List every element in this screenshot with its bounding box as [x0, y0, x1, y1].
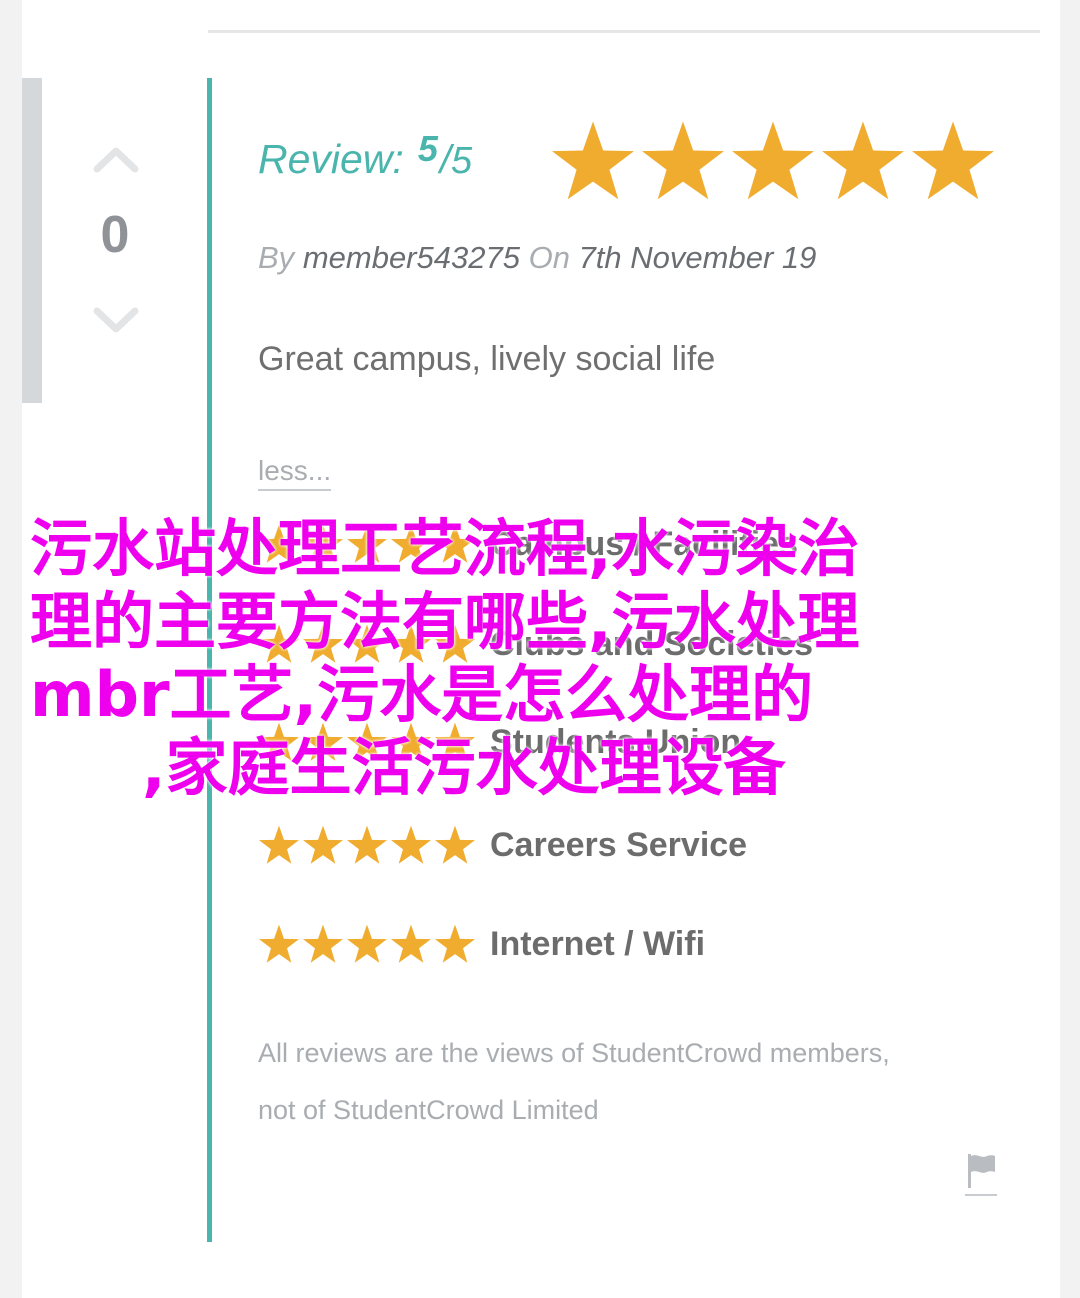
star-icon	[391, 924, 431, 963]
category-label: Internet / Wifi	[490, 924, 706, 963]
chevron-down-icon	[93, 307, 139, 333]
category-label: Campus / Facilities	[490, 524, 798, 563]
review-author[interactable]: member543275	[303, 240, 520, 275]
category-label: Clubs and Societies	[490, 624, 814, 663]
category-row: Clubs and Societies	[258, 622, 813, 666]
star-icon	[303, 825, 343, 864]
star-icon	[552, 121, 634, 200]
star-icon	[303, 624, 343, 663]
vote-bar	[22, 78, 42, 403]
star-icon	[391, 825, 431, 864]
star-icon	[391, 624, 431, 663]
divider	[208, 30, 1040, 33]
star-icon	[347, 524, 387, 563]
star-icon	[259, 924, 299, 963]
review-byline: By member543275 On 7th November 19	[258, 240, 816, 276]
category-stars	[258, 623, 476, 665]
overall-star-rating	[550, 118, 996, 204]
category-stars	[258, 824, 476, 866]
by-label: By	[258, 240, 295, 275]
category-stars	[258, 923, 476, 965]
star-icon	[822, 121, 904, 200]
category-stars	[258, 523, 476, 565]
report-flag-button[interactable]	[965, 1152, 997, 1196]
chevron-up-icon	[93, 147, 139, 173]
less-link[interactable]: less...	[258, 455, 332, 491]
star-icon	[259, 825, 299, 864]
review-date: 7th November 19	[578, 240, 817, 275]
review-max: 5	[450, 140, 473, 182]
star-icon	[391, 524, 431, 563]
star-icon	[912, 121, 994, 200]
category-stars	[258, 721, 476, 763]
star-icon	[347, 924, 387, 963]
review-slash: /	[439, 138, 451, 182]
downvote-button[interactable]	[90, 302, 142, 342]
category-row: Internet / Wifi	[258, 922, 705, 966]
star-icon	[347, 722, 387, 761]
review-accent-bar	[207, 78, 212, 1242]
star-icon	[259, 624, 299, 663]
category-label: Careers Service	[490, 825, 748, 864]
star-icon	[259, 722, 299, 761]
on-label: On	[528, 240, 570, 275]
disclaimer-line: not of StudentCrowd Limited	[258, 1095, 599, 1125]
star-icon	[435, 722, 475, 761]
review-rating-heading: Review: 5/5	[258, 128, 472, 183]
category-label: Students Union	[490, 722, 742, 761]
star-icon	[435, 924, 475, 963]
category-row: Campus / Facilities	[258, 522, 798, 566]
star-icon	[642, 121, 724, 200]
vote-count: 0	[100, 206, 130, 264]
star-icon	[303, 524, 343, 563]
star-icon	[732, 121, 814, 200]
disclaimer: All reviews are the views of StudentCrow…	[258, 1025, 1018, 1139]
star-icon	[303, 722, 343, 761]
review-score: 5	[417, 128, 438, 169]
star-icon	[347, 624, 387, 663]
flag-icon	[968, 1154, 995, 1188]
disclaimer-line: All reviews are the views of StudentCrow…	[258, 1038, 890, 1068]
review-title: Great campus, lively social life	[258, 340, 716, 378]
category-row: Careers Service	[258, 823, 747, 867]
star-icon	[435, 825, 475, 864]
category-row: Students Union	[258, 720, 741, 764]
star-icon	[435, 524, 475, 563]
review-label: Review:	[258, 136, 404, 182]
star-icon	[259, 524, 299, 563]
star-icon	[303, 924, 343, 963]
star-icon	[435, 624, 475, 663]
star-icon	[347, 825, 387, 864]
upvote-button[interactable]	[90, 138, 142, 178]
star-icon	[391, 722, 431, 761]
